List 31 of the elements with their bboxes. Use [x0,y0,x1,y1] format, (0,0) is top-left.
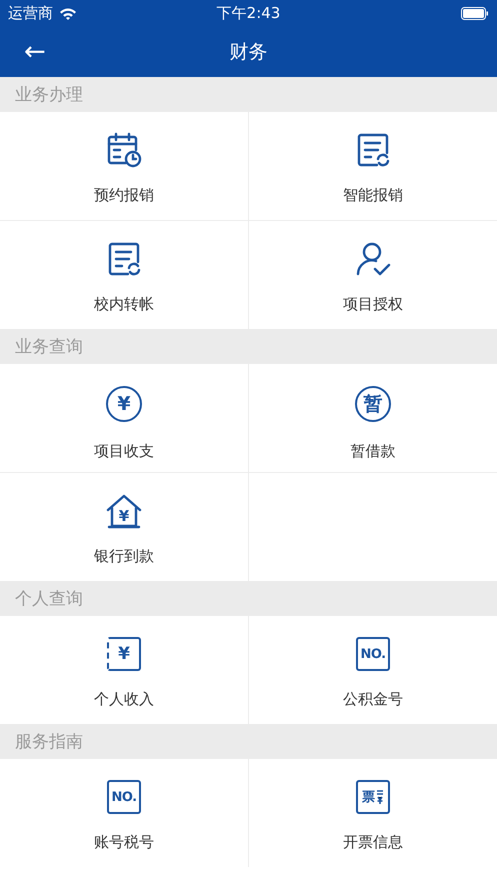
menu-tile[interactable]: NO. 账号税号 [0,759,248,867]
calendar-clock-icon [106,132,142,168]
menu-tile[interactable]: 预约报销 [0,112,248,220]
menu-tile[interactable]: 校内转帐 [0,221,248,329]
carrier-text: 运营商 [8,4,53,22]
clock-text: 下午2:43 [216,4,280,22]
coin-icon: 暂 [355,386,391,422]
number-badge-icon: NO. [107,780,141,814]
section-header: 业务查询 [0,329,497,363]
back-button[interactable]: ← [18,36,52,66]
section-header: 个人查询 [0,581,497,615]
menu-tile[interactable]: 暂 暂借款 [249,364,497,472]
page-title: 财务 [230,40,268,64]
section-header: 业务办理 [0,77,497,111]
menu-tile[interactable]: 票 开票信息 [249,759,497,867]
document-refresh-icon [106,241,142,277]
coin-icon: ¥ [106,386,142,422]
menu-tile[interactable]: ¥ 个人收入 [0,616,248,724]
document-refresh-icon [355,132,391,168]
battery-icon [461,6,489,20]
menu-tile[interactable]: 项目授权 [249,221,497,329]
user-check-icon [355,241,391,277]
menu-tile[interactable]: ¥ 银行到款 [0,473,248,581]
number-badge-icon: NO. [356,637,390,671]
invoice-icon: 票 [356,780,390,814]
receipt-icon: ¥ [107,637,141,671]
section-header: 服务指南 [0,724,497,758]
wifi-icon [59,6,77,20]
menu-tile[interactable]: ¥ 项目收支 [0,364,248,472]
menu-tile[interactable]: NO. 公积金号 [249,616,497,724]
menu-tile[interactable]: 智能报销 [249,112,497,220]
